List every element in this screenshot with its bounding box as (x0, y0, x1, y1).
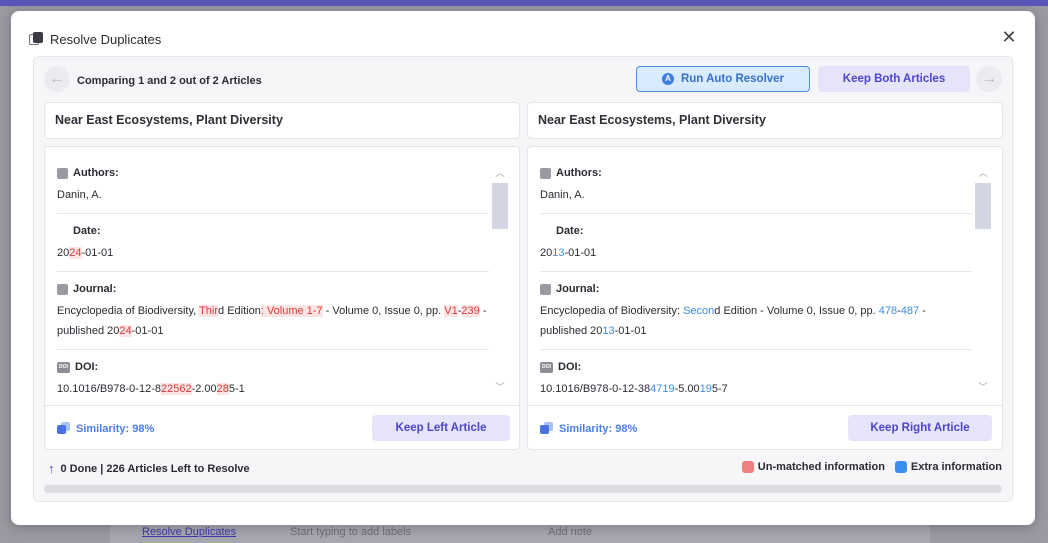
authors-value: Danin, A. (540, 189, 585, 201)
doi-field: DOI DOI: 10.1016/B978-0-12-384719-5.00195… (540, 359, 972, 407)
legend-unmatched: Un-matched information (741, 461, 885, 473)
chevron-down-icon[interactable]: ﹀ (974, 381, 992, 393)
run-auto-resolver-button[interactable]: A Run Auto Resolver (636, 66, 810, 92)
keep-left-button[interactable]: Keep Left Article (372, 415, 510, 441)
left-panel-footer: Similarity: 98% Keep Left Article (45, 405, 519, 449)
journal-icon (540, 283, 551, 295)
date-value: 2013-01-01 (540, 247, 597, 259)
previous-pair-button[interactable]: ← (44, 66, 70, 92)
compare-status-text: Comparing 1 and 2 out of 2 Articles (77, 75, 262, 87)
legend-unmatched-label: Un-matched information (757, 461, 885, 473)
background-resolve-link: Resolve Duplicates (142, 526, 237, 538)
run-auto-resolver-label: Run Auto Resolver (680, 73, 785, 85)
similarity-text: Similarity: 98% (559, 422, 638, 435)
authors-icon (540, 167, 551, 179)
duplicates-icon (29, 32, 43, 46)
close-icon: ✕ (1001, 27, 1017, 47)
left-scrollbar[interactable]: ︿ ﹀ (491, 167, 509, 393)
scroll-thumb[interactable] (492, 183, 508, 229)
chevron-up-icon[interactable]: ︿ (974, 167, 992, 179)
doi-field: DOI DOI: 10.1016/B978-0-12-822562-2.00285… (57, 359, 489, 407)
modal-header: Resolve Duplicates (29, 31, 161, 47)
left-article-fields: Authors: Danin, A. Date: 2024-01-01 Jour… (57, 165, 489, 416)
arrow-left-icon: ← (49, 70, 65, 87)
doi-label: DOI: (75, 361, 99, 373)
legend-extra-label: Extra information (910, 461, 1002, 473)
arrow-up-icon: ↑ (48, 461, 55, 476)
doi-label: DOI: (558, 361, 582, 373)
right-similarity: Similarity: 98% (540, 422, 637, 435)
unmatched-swatch (741, 461, 754, 473)
resolve-duplicates-modal: Resolve Duplicates ✕ ← Comparing 1 and 2… (11, 11, 1035, 525)
background-label-input: Start typing to add labels (290, 526, 412, 538)
compare-area: ← Comparing 1 and 2 out of 2 Articles A … (33, 56, 1013, 502)
legend: Un-matched information Extra information (732, 461, 1002, 473)
authors-label: Authors: (73, 167, 119, 179)
keep-right-button[interactable]: Keep Right Article (848, 415, 992, 441)
authors-field: Authors: Danin, A. (57, 165, 489, 214)
background-note-input: Add note (548, 526, 593, 538)
resolve-status: ↑ 0 Done | 226 Articles Left to Resolve (48, 461, 250, 476)
extra-swatch (894, 461, 907, 473)
date-field: Date: 2013-01-01 (540, 223, 972, 272)
right-article-panel: Authors: Danin, A. Date: 2013-01-01 Jour… (527, 146, 1003, 450)
keep-both-button[interactable]: Keep Both Articles (818, 66, 970, 92)
left-article-panel: Authors: Danin, A. Date: 2024-01-01 Jour… (44, 146, 520, 450)
journal-field: Journal: Encyclopedia of Biodiversity, T… (57, 281, 489, 350)
authors-label: Authors: (556, 167, 602, 179)
status-text: 0 Done | 226 Articles Left to Resolve (60, 462, 250, 475)
resolve-progress-bar (44, 485, 1002, 493)
legend-extra: Extra information (894, 461, 1002, 473)
right-panel-footer: Similarity: 98% Keep Right Article (528, 405, 1002, 449)
background-bottom-bar: Resolve Duplicates Start typing to add l… (110, 522, 930, 543)
date-value: 2024-01-01 (57, 247, 114, 259)
authors-icon (57, 167, 68, 179)
authors-field: Authors: Danin, A. (540, 165, 972, 214)
journal-icon (57, 283, 68, 295)
doi-value: 10.1016/B978-0-12-384719-5.00195-7 (540, 383, 728, 395)
date-icon (57, 226, 68, 237)
close-button[interactable]: ✕ (1001, 27, 1017, 47)
authors-value: Danin, A. (57, 189, 102, 201)
journal-field: Journal: Encyclopedia of Biodiversity: S… (540, 281, 972, 350)
arrow-right-icon: → (981, 70, 997, 87)
similarity-icon (540, 422, 553, 435)
chevron-down-icon[interactable]: ﹀ (491, 381, 509, 393)
right-article-title: Near East Ecosystems, Plant Diversity (527, 102, 1003, 139)
right-scrollbar[interactable]: ︿ ﹀ (974, 167, 992, 393)
left-similarity: Similarity: 98% (57, 422, 154, 435)
doi-icon: DOI (540, 361, 553, 373)
similarity-text: Similarity: 98% (76, 422, 155, 435)
similarity-icon (57, 422, 70, 435)
journal-label: Journal: (73, 283, 117, 295)
next-pair-button[interactable]: → (976, 66, 1002, 92)
date-label: Date: (556, 225, 584, 237)
left-article-title: Near East Ecosystems, Plant Diversity (44, 102, 520, 139)
date-icon (540, 226, 551, 237)
date-field: Date: 2024-01-01 (57, 223, 489, 272)
date-label: Date: (73, 225, 101, 237)
auto-resolver-icon: A (661, 73, 674, 85)
journal-value: Encyclopedia of Biodiversity: Second Edi… (540, 305, 926, 337)
journal-label: Journal: (556, 283, 600, 295)
journal-value: Encyclopedia of Biodiversity, Third Edit… (57, 305, 487, 337)
scroll-thumb[interactable] (975, 183, 991, 229)
right-article-fields: Authors: Danin, A. Date: 2013-01-01 Jour… (540, 165, 972, 416)
doi-value: 10.1016/B978-0-12-822562-2.00285-1 (57, 383, 245, 395)
modal-title: Resolve Duplicates (50, 31, 162, 47)
doi-icon: DOI (57, 361, 70, 373)
chevron-up-icon[interactable]: ︿ (491, 167, 509, 179)
